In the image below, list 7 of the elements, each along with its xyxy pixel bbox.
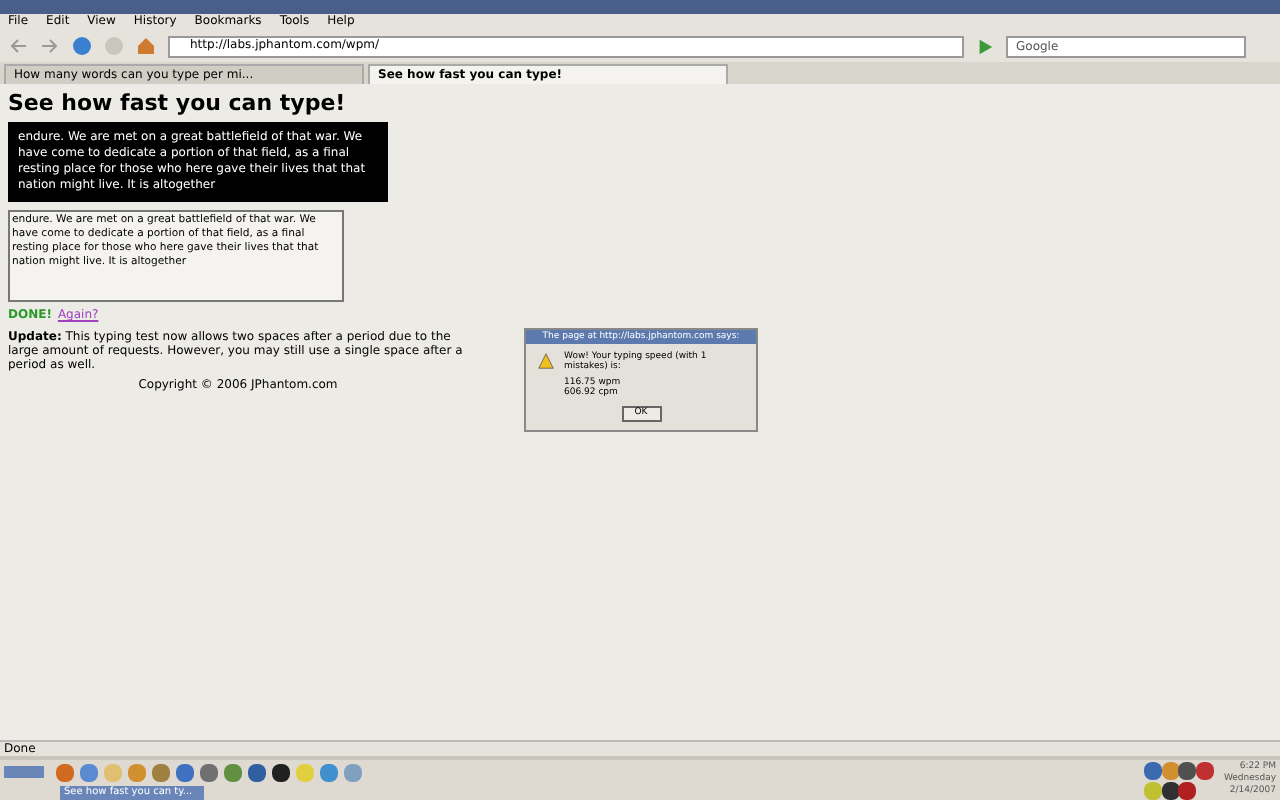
home-icon[interactable] [136, 36, 156, 56]
forward-arrow-icon[interactable] [40, 36, 60, 56]
page-heading: See how fast you can type! [8, 92, 348, 114]
warning-icon [538, 352, 555, 370]
start-button[interactable] [4, 766, 44, 778]
back-arrow-icon[interactable] [8, 36, 28, 56]
go-arrow-icon[interactable] [976, 37, 994, 55]
